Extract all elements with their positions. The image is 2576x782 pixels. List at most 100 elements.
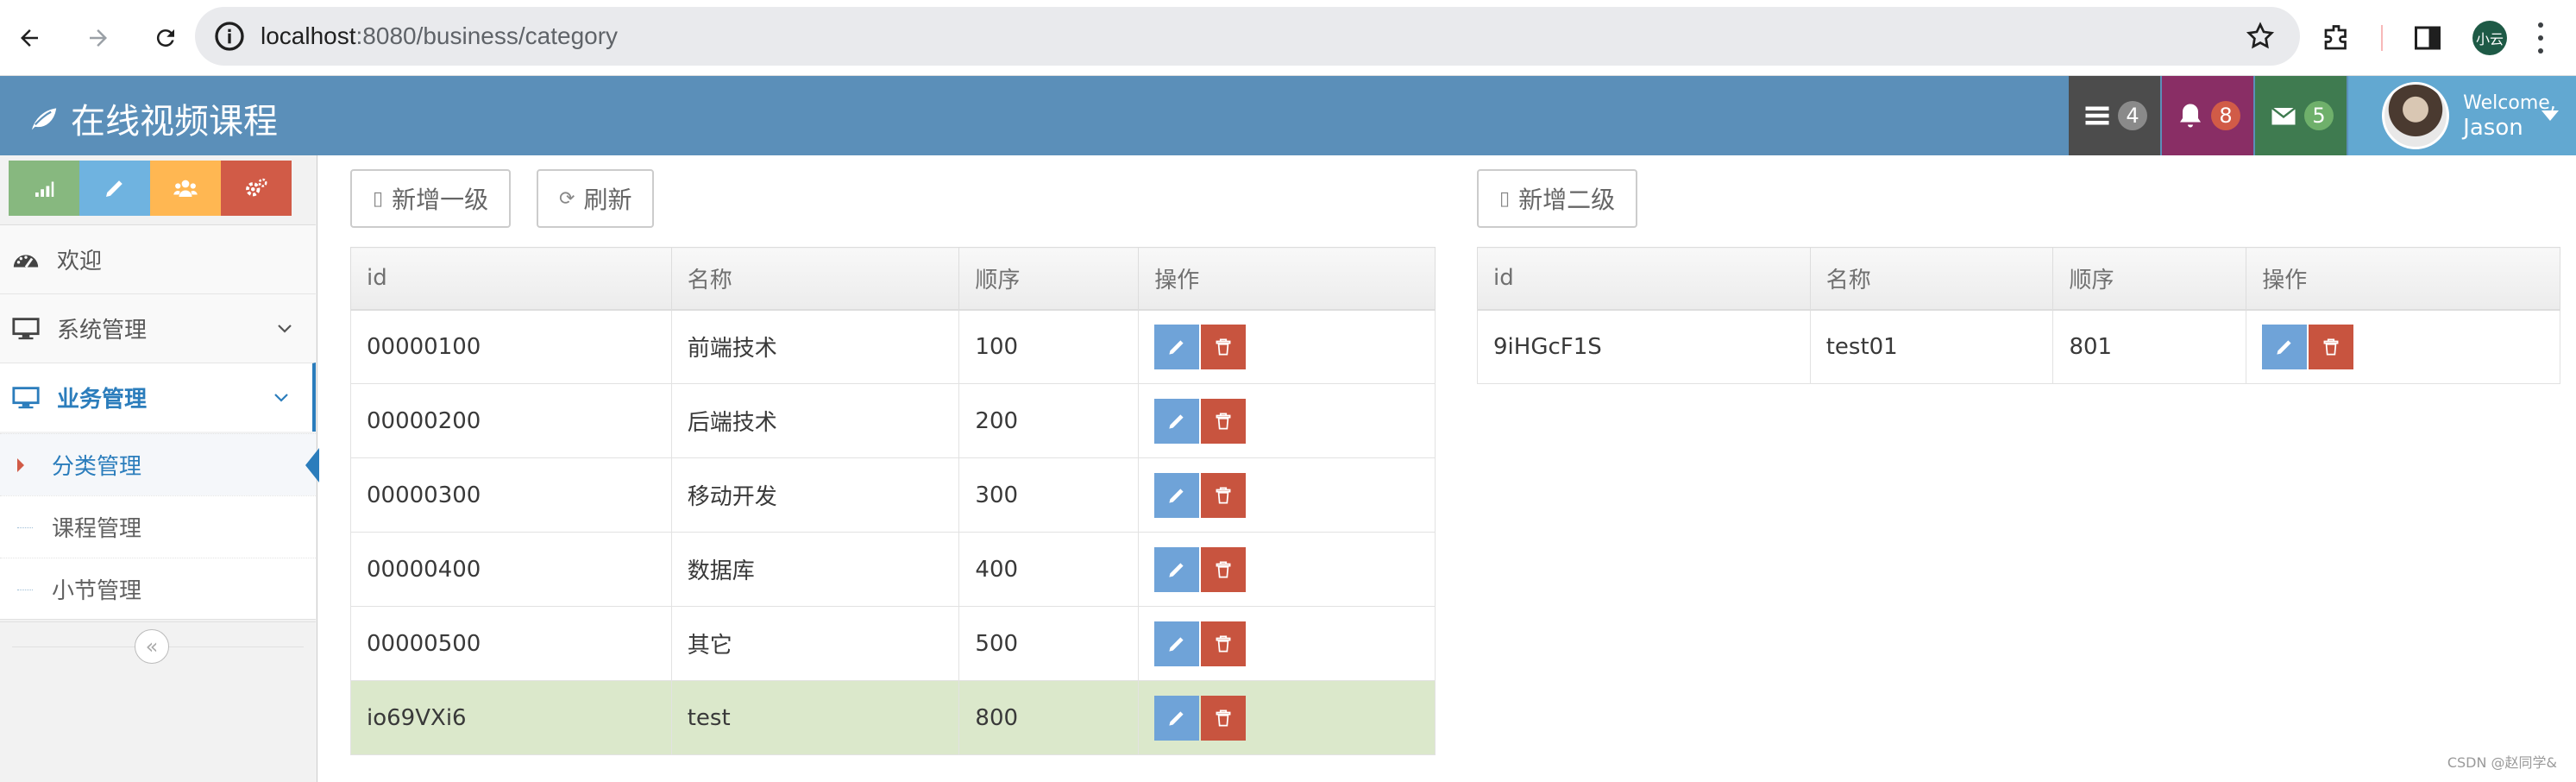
browser-actions: 小云 bbox=[2321, 0, 2545, 76]
cell-id: 00000300 bbox=[350, 457, 672, 533]
tasks-dropdown[interactable]: 4 bbox=[2069, 76, 2160, 155]
desktop-icon bbox=[12, 317, 40, 339]
table-row[interactable]: 00000100 前端技术 100 bbox=[350, 309, 1436, 384]
cell-name: 后端技术 bbox=[670, 383, 960, 458]
sidebar-subitem-label: 小节管理 bbox=[52, 577, 142, 604]
app-navbar: 在线视频课程 4 8 5 Welcome, Jason bbox=[0, 76, 2576, 155]
browser-toolbar: localhost:8080/business/category 小云 bbox=[0, 0, 2576, 76]
profile-avatar[interactable]: 小云 bbox=[2472, 21, 2507, 55]
collapse-sidebar-button[interactable]: « bbox=[135, 629, 169, 664]
sidebar-item-business[interactable]: 业务管理 bbox=[0, 363, 316, 432]
caret-down-icon bbox=[2541, 110, 2559, 121]
add-level2-button[interactable]: ▯ 新增二级 bbox=[1477, 169, 1638, 228]
add-level1-label: 新增一级 bbox=[392, 186, 489, 214]
delete-button[interactable] bbox=[1201, 472, 1247, 518]
edit-button[interactable] bbox=[1154, 695, 1200, 741]
cell-name: 数据库 bbox=[670, 532, 960, 607]
shortcut-users[interactable] bbox=[150, 161, 221, 216]
add-level1-button[interactable]: ▯ 新增一级 bbox=[350, 169, 512, 228]
sidebar-subitem-label: 分类管理 bbox=[52, 454, 142, 480]
cell-actions bbox=[1138, 606, 1436, 681]
edit-icon: ▯ bbox=[1499, 187, 1511, 210]
forward-button[interactable] bbox=[79, 19, 117, 57]
sidebar-item-label: 欢迎 bbox=[57, 249, 103, 274]
sidebar-item-system[interactable]: 系统管理 bbox=[0, 293, 316, 363]
bell-icon bbox=[2180, 104, 2201, 128]
refresh-button[interactable]: ⟳ 刷新 bbox=[537, 169, 655, 228]
trash-icon bbox=[1216, 338, 1231, 356]
table-row[interactable]: 00000300 移动开发 300 bbox=[350, 457, 1436, 533]
column-header-name: 名称 bbox=[670, 247, 960, 311]
reload-button[interactable] bbox=[147, 19, 185, 57]
edit-button[interactable] bbox=[1154, 324, 1200, 369]
pencil-icon bbox=[1169, 413, 1184, 429]
column-header-sort: 顺序 bbox=[958, 247, 1140, 311]
shortcut-stats[interactable] bbox=[9, 161, 79, 216]
extensions-puzzle-icon[interactable] bbox=[2321, 22, 2352, 54]
sidebar-subitem-category[interactable]: 分类管理 bbox=[0, 433, 319, 495]
column-header-name: 名称 bbox=[1809, 247, 2054, 311]
table-row[interactable]: 9iHGcF1S test01 801 bbox=[1477, 309, 2560, 384]
cell-sort: 200 bbox=[958, 383, 1140, 458]
toolbar-divider bbox=[2381, 25, 2383, 51]
user-avatar bbox=[2382, 82, 2450, 149]
url-path: :8080/business/category bbox=[355, 22, 619, 49]
table-row[interactable]: 00000400 数据库 400 bbox=[350, 532, 1436, 607]
edit-icon: ▯ bbox=[373, 187, 384, 210]
sidebar-item-label: 系统管理 bbox=[57, 318, 148, 344]
edit-button[interactable] bbox=[1154, 472, 1200, 518]
signal-bars-icon bbox=[35, 181, 54, 197]
delete-button[interactable] bbox=[1201, 621, 1247, 666]
notifications-dropdown[interactable]: 8 bbox=[2162, 76, 2253, 155]
brand[interactable]: 在线视频课程 bbox=[24, 93, 278, 143]
table-row[interactable]: 00000200 后端技术 200 bbox=[350, 383, 1436, 458]
user-menu[interactable]: Welcome, Jason bbox=[2348, 76, 2576, 155]
shortcut-edit[interactable] bbox=[79, 161, 150, 216]
edit-button[interactable] bbox=[1154, 546, 1200, 592]
delete-button[interactable] bbox=[1201, 398, 1247, 444]
trash-icon bbox=[1216, 412, 1231, 430]
back-button[interactable] bbox=[10, 19, 48, 57]
cell-actions bbox=[1138, 383, 1436, 458]
sidebar-item-welcome[interactable]: 欢迎 bbox=[0, 224, 316, 293]
cell-actions bbox=[1138, 532, 1436, 607]
pencil-icon bbox=[1169, 488, 1184, 503]
pencil-icon bbox=[1169, 710, 1184, 726]
chevron-down-icon bbox=[278, 325, 292, 333]
delete-button[interactable] bbox=[2309, 324, 2354, 369]
messages-dropdown[interactable]: 5 bbox=[2255, 76, 2347, 155]
sidebar-shortcuts bbox=[9, 161, 292, 216]
sidebar-collapse-bar: « bbox=[0, 621, 316, 670]
pencil-icon bbox=[1169, 562, 1184, 577]
edit-button[interactable] bbox=[1154, 621, 1200, 666]
reload-icon bbox=[156, 28, 174, 47]
delete-button[interactable] bbox=[1201, 546, 1247, 592]
pencil-icon bbox=[1169, 340, 1184, 355]
envelope-icon bbox=[2271, 107, 2296, 125]
edit-button[interactable] bbox=[2262, 324, 2308, 369]
column-header-actions: 操作 bbox=[1138, 247, 1436, 311]
tasks-badge: 4 bbox=[2118, 101, 2147, 130]
cell-actions bbox=[2246, 309, 2560, 384]
delete-button[interactable] bbox=[1201, 324, 1247, 369]
cell-sort: 300 bbox=[958, 457, 1140, 533]
table-row-selected[interactable]: io69VXi6 test 800 bbox=[350, 680, 1436, 755]
browser-menu-icon[interactable] bbox=[2536, 22, 2545, 54]
address-bar[interactable]: localhost:8080/business/category bbox=[195, 7, 2300, 66]
sidebar-subitem-section[interactable]: 小节管理 bbox=[0, 558, 316, 620]
side-panel-icon[interactable] bbox=[2412, 22, 2443, 54]
bookmark-star-icon[interactable] bbox=[2245, 21, 2276, 52]
site-info-icon[interactable] bbox=[212, 19, 247, 54]
cell-id: 9iHGcF1S bbox=[1477, 309, 1811, 384]
cell-name: 前端技术 bbox=[670, 309, 960, 384]
column-header-sort: 顺序 bbox=[2052, 247, 2247, 311]
table-row[interactable]: 00000500 其它 500 bbox=[350, 606, 1436, 681]
cell-sort: 500 bbox=[958, 606, 1140, 681]
shortcut-settings[interactable] bbox=[221, 161, 292, 216]
sidebar-item-label: 业务管理 bbox=[57, 387, 148, 413]
tasks-list-icon bbox=[2085, 106, 2109, 125]
edit-button[interactable] bbox=[1154, 398, 1200, 444]
sidebar-subitem-course[interactable]: 课程管理 bbox=[0, 495, 316, 558]
url-host: localhost bbox=[261, 22, 356, 49]
delete-button[interactable] bbox=[1201, 695, 1247, 741]
